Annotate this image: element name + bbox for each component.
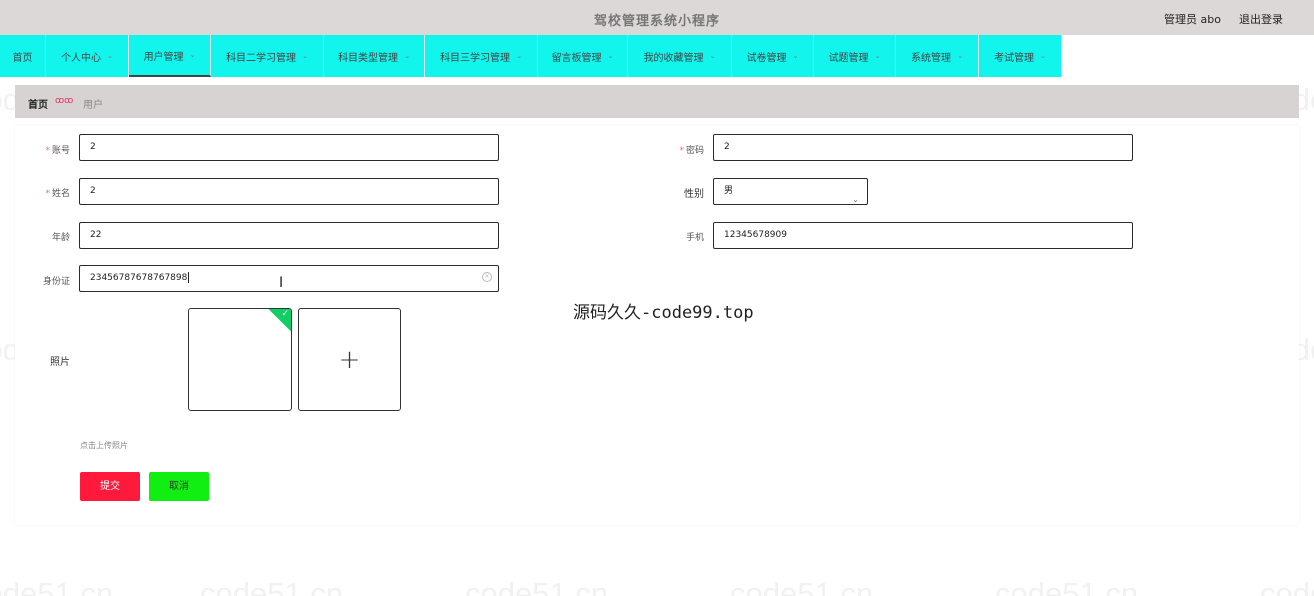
nav-item-exam-paper[interactable]: 试卷管理 ⌄ [732,35,814,77]
chevron-down-icon: ⌄ [302,52,308,60]
source-watermark-text: 源码久久-code99.top [573,303,754,323]
required-asterisk: * [679,146,684,156]
password-label: * 密码 [679,146,704,156]
chevron-down-icon: ⌄ [957,52,963,60]
chevron-down-icon: ⌄ [874,52,881,60]
text-caret [188,272,190,283]
check-icon: ✓ [281,309,289,319]
name-label: * 姓名 [45,189,70,199]
name-input[interactable]: 2 [79,178,499,205]
idcard-label: 身份证 [42,277,70,287]
top-bar: 驾校管理系统小程序 管理员 abo 退出登录 [0,0,1314,35]
logout-link[interactable]: 退出登录 [1239,11,1283,27]
submit-button[interactable]: 提交 [80,472,140,501]
chevron-down-icon: ⌄ [189,51,196,59]
chevron-down-icon: ⌄ [404,52,410,60]
gender-select[interactable]: 男 ⌄ [713,178,868,205]
nav-item-label: 考试管理 [994,52,1035,64]
chevron-down-icon: ⌄ [709,52,716,60]
nav-item-exam[interactable]: 考试管理 ⌄ [979,35,1062,77]
current-user: 管理员 abo [1164,13,1221,26]
nav-item-label: 科目三学习管理 [440,52,511,64]
nav-item-subject2-study[interactable]: 科目二学习管理 ⌄ [211,35,324,77]
nav-item-label: 科目二学习管理 [226,52,297,64]
breadcrumb-home[interactable]: 首页 [28,96,48,111]
nav-item-label: 试题管理 [828,52,869,64]
required-asterisk: * [45,146,50,156]
uploaded-photo-card[interactable]: ✓ [188,308,292,411]
breadcrumb-current: 用户 [83,100,103,111]
gender-label: 性别 [684,189,704,200]
chevron-down-icon: ⌄ [792,52,799,60]
nav-item-label: 用户管理 [143,51,184,63]
nav-strip: 首页 个人中心 ⌄ 用户管理 ⌄ 科目二学习管理 ⌄ 科目类型管理 ⌄ 科目三学习管理 ⌄… [0,35,1062,77]
chevron-down-icon: ⌄ [107,52,113,60]
nav-item-label: 试卷管理 [746,52,787,64]
account-input[interactable]: 2 [79,134,499,161]
breadcrumb-separator-icon: ꝏꝏ [55,96,74,106]
photo-label: 照片 [50,357,70,368]
password-input[interactable]: 2 [713,134,1133,161]
app-title: 驾校管理系统小程序 [593,14,720,29]
nav-item-label: 系统管理 [911,52,952,64]
watermark: code51.cn [0,576,114,596]
chevron-down-icon: ⌄ [852,195,859,204]
nav-item-label: 首页 [12,52,33,64]
chevron-down-icon: ⌄ [516,52,522,60]
nav-item-message-board[interactable]: 留言板管理 ⌄ [538,35,628,77]
age-input[interactable]: 22 [79,222,499,249]
nav-item-subject-type[interactable]: 科目类型管理 ⌄ [324,35,425,77]
nav-item-favorites[interactable]: 我的收藏管理 ⌄ [628,35,732,77]
watermark: code51.cn [995,576,1139,596]
nav-item-system[interactable]: 系统管理 ⌄ [896,35,979,77]
account-label: * 账号 [45,146,70,156]
main-nav: 首页 个人中心 ⌄ 用户管理 ⌄ 科目二学习管理 ⌄ 科目类型管理 ⌄ 科目三学习管理 ⌄… [0,35,1314,77]
watermark: code51.cn [1260,576,1314,596]
plus-icon: + [338,344,361,375]
clear-icon[interactable]: ✕ [482,272,492,282]
age-label: 年龄 [51,233,70,243]
nav-item-subject3-study[interactable]: 科目三学习管理 ⌄ [425,35,538,77]
required-asterisk: * [45,189,50,199]
phone-label: 手机 [685,233,704,243]
watermark: code51.cn [730,576,874,596]
upload-hint: 点击上传照片 [80,441,128,450]
nav-item-label: 留言板管理 [551,52,602,64]
nav-item-label: 我的收藏管理 [643,52,704,64]
text-cursor-icon: Ι [279,275,284,291]
nav-item-label: 个人中心 [61,52,102,64]
nav-item-label: 科目类型管理 [338,52,399,64]
watermark: code51.cn [465,576,609,596]
nav-item-user-management[interactable]: 用户管理 ⌄ [129,35,211,77]
chevron-down-icon: ⌄ [607,52,614,60]
nav-item-home[interactable]: 首页 [0,35,46,77]
breadcrumb: 首页 ꝏꝏ 用户 [15,85,1299,118]
watermark: code51.cn [200,576,344,596]
chevron-down-icon: ⌄ [1040,52,1046,60]
idcard-input[interactable]: 23456787678767898 ✕ [79,265,499,292]
nav-item-questions[interactable]: 试题管理 ⌄ [814,35,896,77]
nav-item-personal-center[interactable]: 个人中心 ⌄ [46,35,129,77]
upload-photo-button[interactable]: + [298,308,401,411]
phone-input[interactable]: 12345678909 [713,222,1133,249]
cancel-button[interactable]: 取消 [149,472,209,501]
